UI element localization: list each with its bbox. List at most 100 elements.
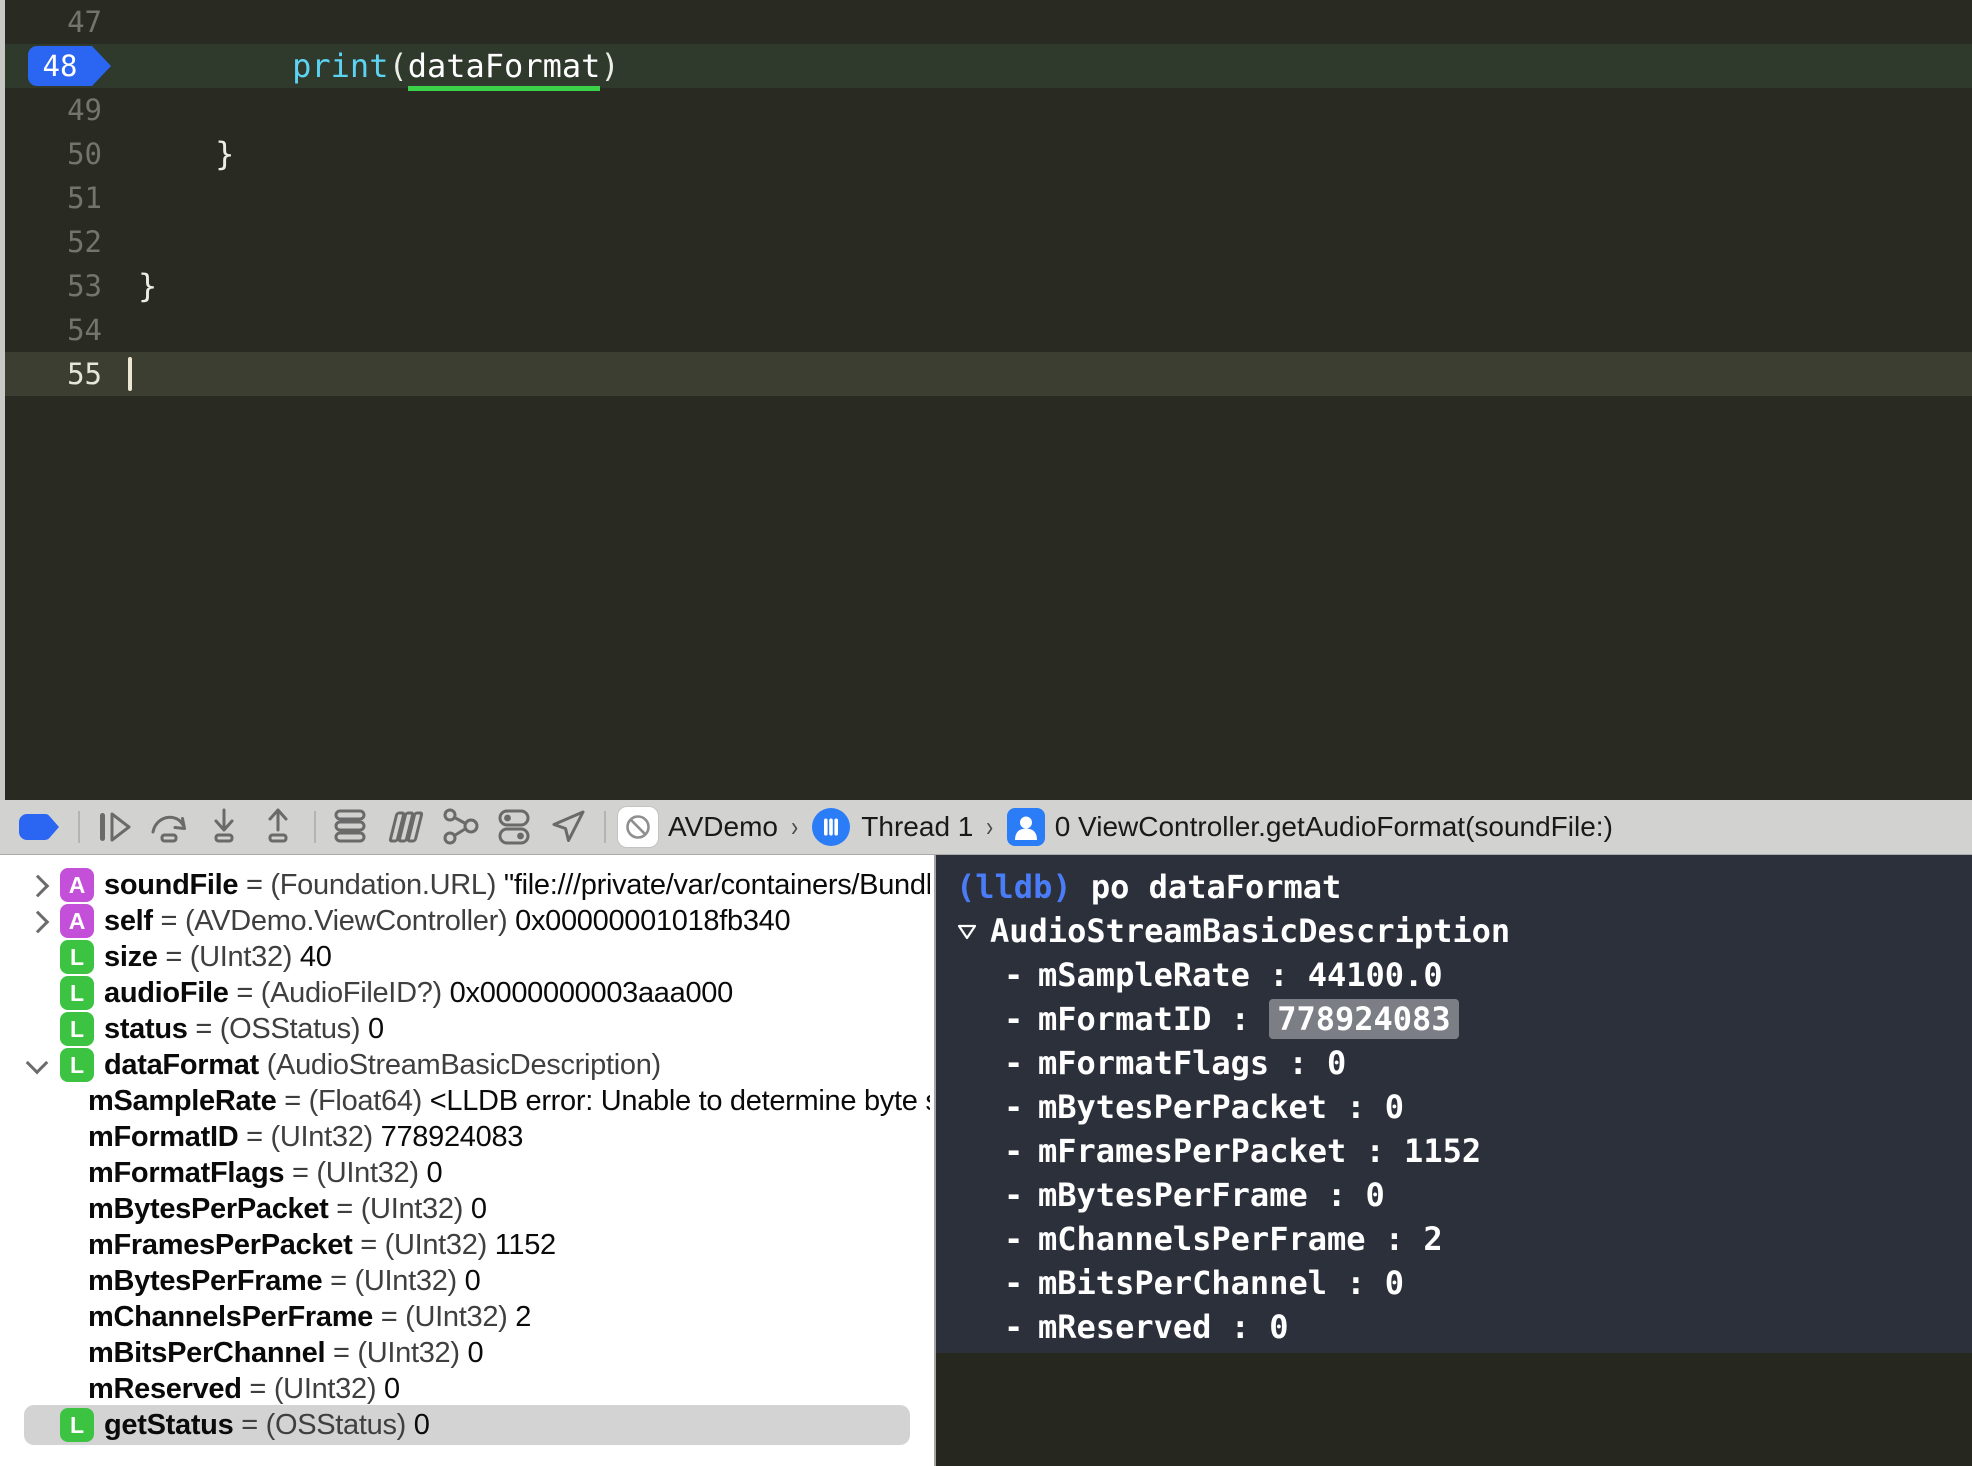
variable-row[interactable]: mReserved = (UInt32) 0 [0, 1371, 934, 1407]
editor-line[interactable]: 49 [0, 88, 1972, 132]
variable-type: (Foundation.URL) [270, 869, 496, 901]
equals-sign: = [242, 1373, 274, 1405]
console-output: (lldb) po dataFormatAudioStreamBasicDesc… [936, 855, 1972, 1353]
variable-name: mBytesPerFrame [88, 1265, 322, 1297]
variable-row[interactable]: LaudioFile = (AudioFileID?) 0x0000000003… [0, 975, 934, 1011]
debug-memory-graph-button[interactable] [438, 805, 482, 849]
breakpoints-toggle-button[interactable] [16, 805, 64, 849]
environment-overrides-button[interactable] [492, 805, 536, 849]
variable-row[interactable]: Aself = (AVDemo.ViewController) 0x000000… [0, 903, 934, 939]
variable-type: (UInt32) [316, 1157, 418, 1189]
variable-value: 0 [419, 1157, 443, 1189]
editor-line[interactable]: 47 [0, 0, 1972, 44]
console-text: mFormatFlags : 0 [1038, 1044, 1346, 1082]
variable-row[interactable]: AsoundFile = (Foundation.URL) "file:///p… [0, 867, 934, 903]
console-text: mFramesPerPacket : 1152 [1038, 1132, 1481, 1170]
variable-text: mReserved = (UInt32) 0 [0, 1371, 930, 1407]
variable-value: 0 [376, 1373, 400, 1405]
breadcrumb-app[interactable]: AVDemo [668, 811, 778, 843]
variable-row[interactable]: mSampleRate = (Float64) <LLDB error: Una… [0, 1083, 934, 1119]
editor-line[interactable]: 54 [0, 308, 1972, 352]
code-token: ( [388, 47, 407, 85]
equals-sign: = [284, 1157, 316, 1189]
debug-view-list-button[interactable] [328, 805, 372, 849]
variable-name: getStatus [104, 1409, 233, 1441]
line-number[interactable]: 51 [0, 176, 102, 220]
console-output-line: -mBytesPerFrame : 0 [952, 1173, 1972, 1217]
line-number[interactable]: 53 [0, 264, 102, 308]
line-number[interactable]: 49 [0, 88, 102, 132]
editor-line[interactable]: 51 [0, 176, 1972, 220]
equals-sign: = [325, 1337, 357, 1369]
app-placeholder-icon[interactable] [618, 807, 658, 847]
stack-frame-icon[interactable] [1007, 805, 1045, 849]
console-output-line: AudioStreamBasicDescription [952, 909, 1972, 953]
variable-row[interactable]: mFormatID = (UInt32) 778924083 [0, 1119, 934, 1155]
code-editor[interactable]: 4748print(dataFormat)4950}515253}5455 [0, 0, 1972, 800]
list-dash: - [1004, 953, 1024, 997]
variable-type: (UInt32) [361, 1193, 463, 1225]
variable-row[interactable]: mFramesPerPacket = (UInt32) 1152 [0, 1227, 934, 1263]
step-into-button[interactable] [202, 805, 246, 849]
variable-row[interactable]: LdataFormat (AudioStreamBasicDescription… [0, 1047, 934, 1083]
editor-line[interactable]: 48print(dataFormat) [0, 44, 1972, 88]
variable-row[interactable]: mBitsPerChannel = (UInt32) 0 [0, 1335, 934, 1371]
equals-sign: = [352, 1229, 384, 1261]
code-token: ) [600, 47, 619, 85]
step-over-button[interactable] [146, 805, 192, 849]
debug-view-hierarchy-button[interactable] [382, 805, 428, 849]
editor-line[interactable]: 53} [0, 264, 1972, 308]
disclosure-triangle-icon[interactable] [956, 909, 978, 953]
variable-row[interactable]: LgetStatus = (OSStatus) 0 [0, 1407, 934, 1443]
lldb-console[interactable]: (lldb) po dataFormatAudioStreamBasicDesc… [936, 855, 1972, 1466]
variable-type: (AVDemo.ViewController) [185, 905, 507, 937]
variable-row[interactable]: mBytesPerPacket = (UInt32) 0 [0, 1191, 934, 1227]
variable-text: mFormatID = (UInt32) 778924083 [0, 1119, 930, 1155]
list-dash: - [1004, 1041, 1024, 1085]
simulate-location-button[interactable] [546, 805, 590, 849]
editor-line[interactable]: 52 [0, 220, 1972, 264]
variable-text: dataFormat (AudioStreamBasicDescription) [0, 1047, 930, 1083]
variable-row[interactable]: Lsize = (UInt32) 40 [0, 939, 934, 975]
editor-line[interactable]: 55 [0, 352, 1972, 396]
variable-type: (UInt32) [385, 1229, 487, 1261]
line-number[interactable]: 50 [0, 132, 102, 176]
step-out-icon [256, 805, 300, 849]
xcode-debug-window: 4748print(dataFormat)4950}515253}5455 [0, 0, 1972, 1466]
variable-row[interactable]: mChannelsPerFrame = (UInt32) 2 [0, 1299, 934, 1335]
list-dash: - [1004, 1261, 1024, 1305]
line-number[interactable]: 55 [0, 352, 102, 396]
editor-line[interactable]: 50} [0, 132, 1972, 176]
breakpoint-badge[interactable]: 48 [28, 46, 92, 86]
list-dash: - [1004, 1305, 1024, 1349]
breadcrumb-frame[interactable]: 0 ViewController.getAudioFormat(soundFil… [1055, 811, 1613, 843]
variable-value: 40 [292, 941, 331, 973]
breadcrumb-thread[interactable]: Thread 1 [861, 811, 973, 843]
variable-text: audioFile = (AudioFileID?) 0x0000000003a… [0, 975, 930, 1011]
highlighted-value: 778924083 [1269, 999, 1458, 1039]
line-number[interactable]: 54 [0, 308, 102, 352]
variables-view[interactable]: AsoundFile = (Foundation.URL) "file:///p… [0, 855, 934, 1466]
line-number[interactable]: 52 [0, 220, 102, 264]
variable-name: mFramesPerPacket [88, 1229, 352, 1261]
step-out-button[interactable] [256, 805, 300, 849]
console-text: mBitsPerChannel : 0 [1038, 1264, 1404, 1302]
toolbar-separator [604, 811, 606, 843]
code-line-content: } [138, 132, 234, 176]
variable-row[interactable]: mBytesPerFrame = (UInt32) 0 [0, 1263, 934, 1299]
circle-slash-icon [618, 807, 658, 847]
continue-button[interactable] [92, 805, 136, 849]
thread-icon[interactable] [811, 805, 851, 849]
variable-text: mFramesPerPacket = (UInt32) 1152 [0, 1227, 930, 1263]
equals-sign: = [158, 941, 190, 973]
variable-row[interactable]: mFormatFlags = (UInt32) 0 [0, 1155, 934, 1191]
line-number[interactable]: 47 [0, 0, 102, 44]
variable-value: 0 [463, 1193, 487, 1225]
variable-name: audioFile [104, 977, 229, 1009]
equals-sign: = [229, 977, 261, 1009]
variable-row[interactable]: Lstatus = (OSStatus) 0 [0, 1011, 934, 1047]
code-line-content: } [138, 264, 157, 308]
code-token: print [292, 47, 388, 85]
variable-text: mSampleRate = (Float64) <LLDB error: Una… [0, 1083, 930, 1119]
variable-name: mBitsPerChannel [88, 1337, 325, 1369]
